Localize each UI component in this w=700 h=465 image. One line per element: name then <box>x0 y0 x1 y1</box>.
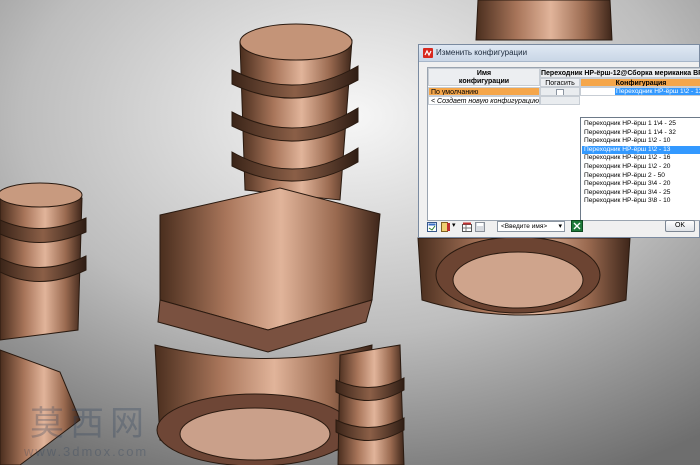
dropdown-option[interactable]: Переходник НР-ёрш 1 1\4 - 32 <box>582 129 700 137</box>
watermark-url: www.3dmox.com <box>24 444 149 459</box>
spreadsheet-icon[interactable] <box>571 220 583 232</box>
header-suppress[interactable]: Погасить <box>540 78 580 87</box>
name-combobox-placeholder: <Введите имя> <box>501 223 548 230</box>
solidworks-app-icon <box>423 48 433 58</box>
chevron-down-icon[interactable]: ▾ <box>452 221 462 231</box>
add-parameter-icon[interactable] <box>441 222 451 232</box>
suppress-checkbox[interactable] <box>556 89 564 95</box>
header-component-group: Переходник НР-ёрш-12@Сборка мериканка ВР <box>540 68 700 78</box>
configuration-table[interactable]: Имя конфигурации Переходник НР-ёрш-12@Сб… <box>427 67 700 221</box>
dialog-title: Изменить конфигурации <box>436 48 528 57</box>
header-config-name: Имя конфигурации <box>428 68 540 86</box>
name-combobox[interactable]: <Введите имя> ▾ <box>497 221 565 232</box>
row-new-suppress-cell <box>540 96 580 105</box>
header-configuration[interactable]: Конфигурация <box>580 78 700 87</box>
dialog-bottom-toolbar: ▾ <Введите имя> ▾ OK <box>425 220 699 236</box>
save-table-icon[interactable] <box>475 222 485 232</box>
table-view-icon[interactable] <box>427 222 437 232</box>
ok-button[interactable]: OK <box>665 220 695 232</box>
dropdown-option[interactable]: Переходник НР-ёрш 1\2 - 13 <box>582 145 700 154</box>
fitting-right-bottom <box>335 344 405 465</box>
dropdown-option[interactable]: Переходник НР-ёрш 3\4 - 20 <box>582 180 700 188</box>
dropdown-option[interactable]: Переходник НР-ёрш 1\2 - 16 <box>582 154 700 162</box>
dialog-titlebar[interactable]: Изменить конфигурации <box>419 45 699 62</box>
configuration-dropdown-list[interactable]: Переходник НР-ёрш 1 1\4 - 25 Переходник Н… <box>580 117 700 220</box>
header-config-name-line2: конфигурации <box>458 78 510 85</box>
modify-configurations-dialog[interactable]: Изменить конфигурации Имя конфигурации П… <box>418 44 700 238</box>
dropdown-option[interactable]: Переходник НР-ёрш 3\4 - 25 <box>582 189 700 197</box>
dropdown-option[interactable]: Переходник НР-ёрш 3\8 - 10 <box>582 197 700 205</box>
row-default-suppress-cell[interactable] <box>540 87 580 96</box>
watermark-logo: 莫西网 <box>30 404 150 444</box>
table-settings-icon[interactable] <box>462 222 472 232</box>
dropdown-option[interactable]: Переходник НР-ёрш 1\2 - 10 <box>582 137 700 145</box>
dropdown-option[interactable]: Переходник НР-ёрш 1 1\4 - 25 <box>582 120 700 128</box>
chevron-down-icon[interactable]: ▾ <box>558 222 562 231</box>
dropdown-option[interactable]: Переходник НР-ёрш 2 - 50 <box>582 172 700 180</box>
config-combo-value[interactable]: Переходник НР-ёрш 1\2 - 13 <box>615 88 700 95</box>
row-new-config[interactable]: < Создает новую конфигурацию. > <box>428 96 540 105</box>
header-config-name-line1: Имя <box>476 70 492 77</box>
row-default-name[interactable]: По умолчанию <box>428 87 540 96</box>
row-default-config-combo[interactable]: Переходник НР-ёрш 1\2 - 13 <box>580 87 700 96</box>
dropdown-option[interactable]: Переходник НР-ёрш 1\2 - 20 <box>582 163 700 171</box>
